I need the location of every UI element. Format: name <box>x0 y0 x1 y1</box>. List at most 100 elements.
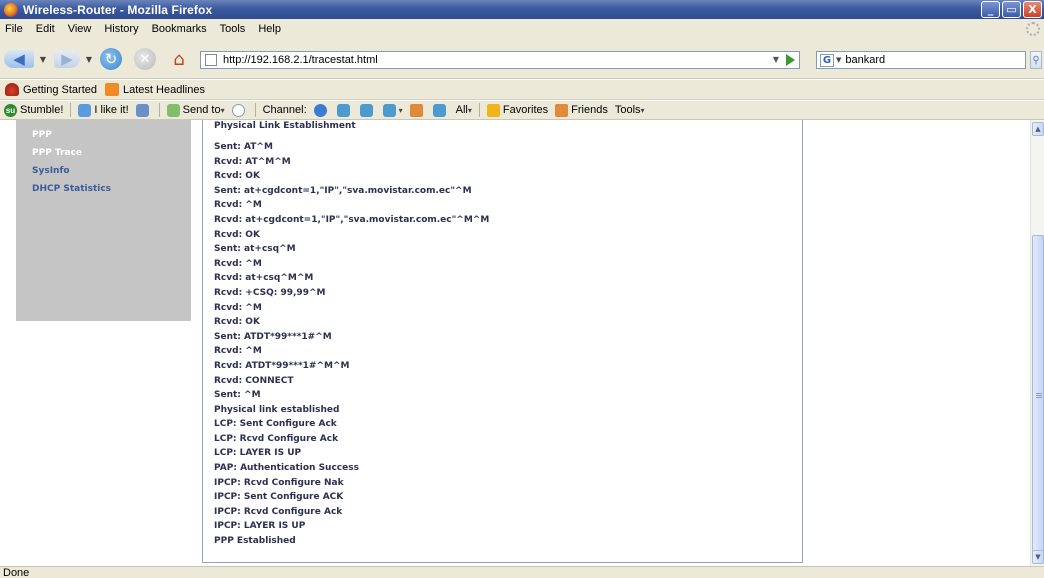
back-arrow-icon: ◀ <box>13 50 25 68</box>
dislike-button[interactable] <box>135 103 152 117</box>
toolbar-tools-button[interactable]: Tools ▾ <box>615 104 645 116</box>
ppp-trace-panel: Physical Link Establishment Sent: AT^M Rc… <box>202 120 803 563</box>
shuffle-icon <box>382 103 396 117</box>
menu-view[interactable]: View <box>68 23 92 35</box>
channel-video-button[interactable] <box>359 103 376 117</box>
bookmarks-toolbar: Getting Started Latest Headlines <box>0 80 1044 100</box>
photo-icon <box>336 103 350 117</box>
url-history-dropdown[interactable]: ▼ <box>773 55 779 64</box>
friends-icon <box>555 103 569 117</box>
forward-history-dropdown[interactable]: ▼ <box>84 50 94 68</box>
menu-bookmarks[interactable]: Bookmarks <box>152 23 207 35</box>
trace-line: LCP: Sent Configure Ack <box>214 419 337 430</box>
send-to-button[interactable]: Send to ▾ <box>166 103 225 117</box>
trace-line: Rcvd: ^M <box>214 302 262 313</box>
address-bar[interactable]: http://192.168.2.1/tracestat.html ▼ <box>200 51 800 69</box>
search-engine-dropdown[interactable]: ▼ <box>836 56 841 64</box>
channel-shuffle-button[interactable]: ▾ <box>382 103 403 117</box>
chevron-down-icon: ▾ <box>398 105 403 115</box>
page-icon <box>205 54 217 66</box>
tools-label: Tools <box>614 104 641 116</box>
rss-icon <box>105 83 119 96</box>
vertical-scrollbar[interactable]: ▲ ▼ <box>1030 120 1044 566</box>
trace-line: IPCP: Rcvd Configure Ack <box>214 506 343 517</box>
stop-button[interactable]: ✕ <box>134 48 156 70</box>
video-icon <box>359 103 373 117</box>
favorites-button[interactable]: Favorites <box>486 103 548 117</box>
channel-globe-button[interactable] <box>313 103 330 117</box>
comment-bubble-icon <box>231 103 245 117</box>
home-button[interactable]: ⌂ <box>166 48 192 70</box>
review-button[interactable] <box>231 103 248 117</box>
sidebar-item-ppp-trace[interactable]: PPP Trace <box>16 144 191 162</box>
search-bar[interactable]: G ▼ <box>816 51 1026 69</box>
friends-button[interactable]: Friends <box>555 103 608 117</box>
back-button[interactable]: ◀ <box>4 50 34 68</box>
trace-line: Sent: at+cgdcont=1,"IP","sva.movistar.co… <box>214 185 472 196</box>
trace-line: Rcvd: ^M <box>214 346 262 357</box>
back-history-dropdown[interactable]: ▼ <box>38 50 48 68</box>
bookmark-getting-started[interactable]: Getting Started <box>5 83 97 96</box>
trace-line: LCP: Rcvd Configure Ack <box>214 433 339 444</box>
friends-label: Friends <box>571 104 608 116</box>
reload-icon: ↻ <box>104 50 118 68</box>
star-icon <box>486 103 500 117</box>
all-channels-button[interactable]: All ▾ <box>456 104 472 116</box>
trace-line: IPCP: LAYER IS UP <box>214 521 306 532</box>
bookmark-label: Latest Headlines <box>123 83 205 96</box>
trace-line: LCP: LAYER IS UP <box>214 448 302 459</box>
status-bar: Done <box>0 566 1044 578</box>
navigation-toolbar: ◀ ▼ ▶ ▼ ↻ ✕ ⌂ http://192.168.2.1/tracest… <box>0 39 1044 79</box>
toolbar-separator <box>70 103 72 117</box>
channel-tag-button[interactable] <box>432 103 449 117</box>
trace-line: Sent: at+csq^M <box>214 244 296 255</box>
trace-line: Sent: AT^M <box>214 142 273 152</box>
go-icon[interactable] <box>786 54 795 66</box>
stumbleupon-icon: su <box>4 103 17 117</box>
channel-photo-button[interactable] <box>336 103 353 117</box>
menu-tools[interactable]: Tools <box>220 23 246 35</box>
trace-line: Rcvd: AT^M^M <box>214 156 291 167</box>
tag-icon <box>432 103 446 117</box>
toolbar-separator <box>158 103 160 117</box>
menu-file[interactable]: File <box>5 23 23 35</box>
trace-title: Physical Link Establishment <box>214 121 356 131</box>
trace-line: Sent: ^M <box>214 390 261 401</box>
trace-line: Rcvd: ^M <box>214 200 262 211</box>
sidebar-item-dhcp-statistics[interactable]: DHCP Statistics <box>16 180 191 198</box>
router-sidebar-nav: PPP PPP Trace SysInfo DHCP Statistics <box>16 120 191 321</box>
reload-button[interactable]: ↻ <box>100 48 122 70</box>
channel-people-button[interactable] <box>409 103 426 117</box>
send-to-label: Send to <box>182 104 221 116</box>
scroll-down-button[interactable]: ▼ <box>1032 550 1044 564</box>
sidebar-item-ppp[interactable]: PPP <box>16 126 191 144</box>
like-label: I like it! <box>94 104 129 116</box>
close-button[interactable]: X <box>1023 1 1042 18</box>
scroll-up-button[interactable]: ▲ <box>1032 122 1044 136</box>
stop-icon: ✕ <box>139 51 151 67</box>
trace-line: Rcvd: at+csq^M^M <box>214 273 314 284</box>
trace-line: Sent: ATDT*99***1#^M <box>214 331 332 342</box>
maximize-button[interactable]: ▭ <box>1002 1 1021 18</box>
search-input[interactable] <box>845 54 1006 66</box>
send-icon <box>166 103 180 117</box>
bookmark-latest-headlines[interactable]: Latest Headlines <box>105 83 205 96</box>
stumble-button[interactable]: su Stumble! <box>4 103 64 117</box>
google-icon[interactable]: G <box>820 53 834 67</box>
like-button[interactable]: I like it! <box>78 103 129 117</box>
stumble-label: Stumble! <box>20 104 64 116</box>
minimize-button[interactable]: _ <box>981 1 1000 18</box>
window-title: Wireless-Router - Mozilla Firefox <box>23 2 213 17</box>
menu-help[interactable]: Help <box>258 23 281 35</box>
sidebar-item-sysinfo[interactable]: SysInfo <box>16 162 191 180</box>
forward-button[interactable]: ▶ <box>54 50 80 68</box>
menu-history[interactable]: History <box>104 23 138 35</box>
search-button[interactable]: ⚲ <box>1030 51 1042 69</box>
chevron-down-icon: ▾ <box>640 105 645 115</box>
scrollbar-thumb[interactable] <box>1032 235 1044 561</box>
menu-edit[interactable]: Edit <box>36 23 55 35</box>
trace-line: Rcvd: ^M <box>214 258 262 269</box>
chevron-down-icon: ▾ <box>220 105 225 115</box>
url-text[interactable]: http://192.168.2.1/tracestat.html <box>223 54 378 66</box>
trace-line: PAP: Authentication Success <box>214 463 359 474</box>
